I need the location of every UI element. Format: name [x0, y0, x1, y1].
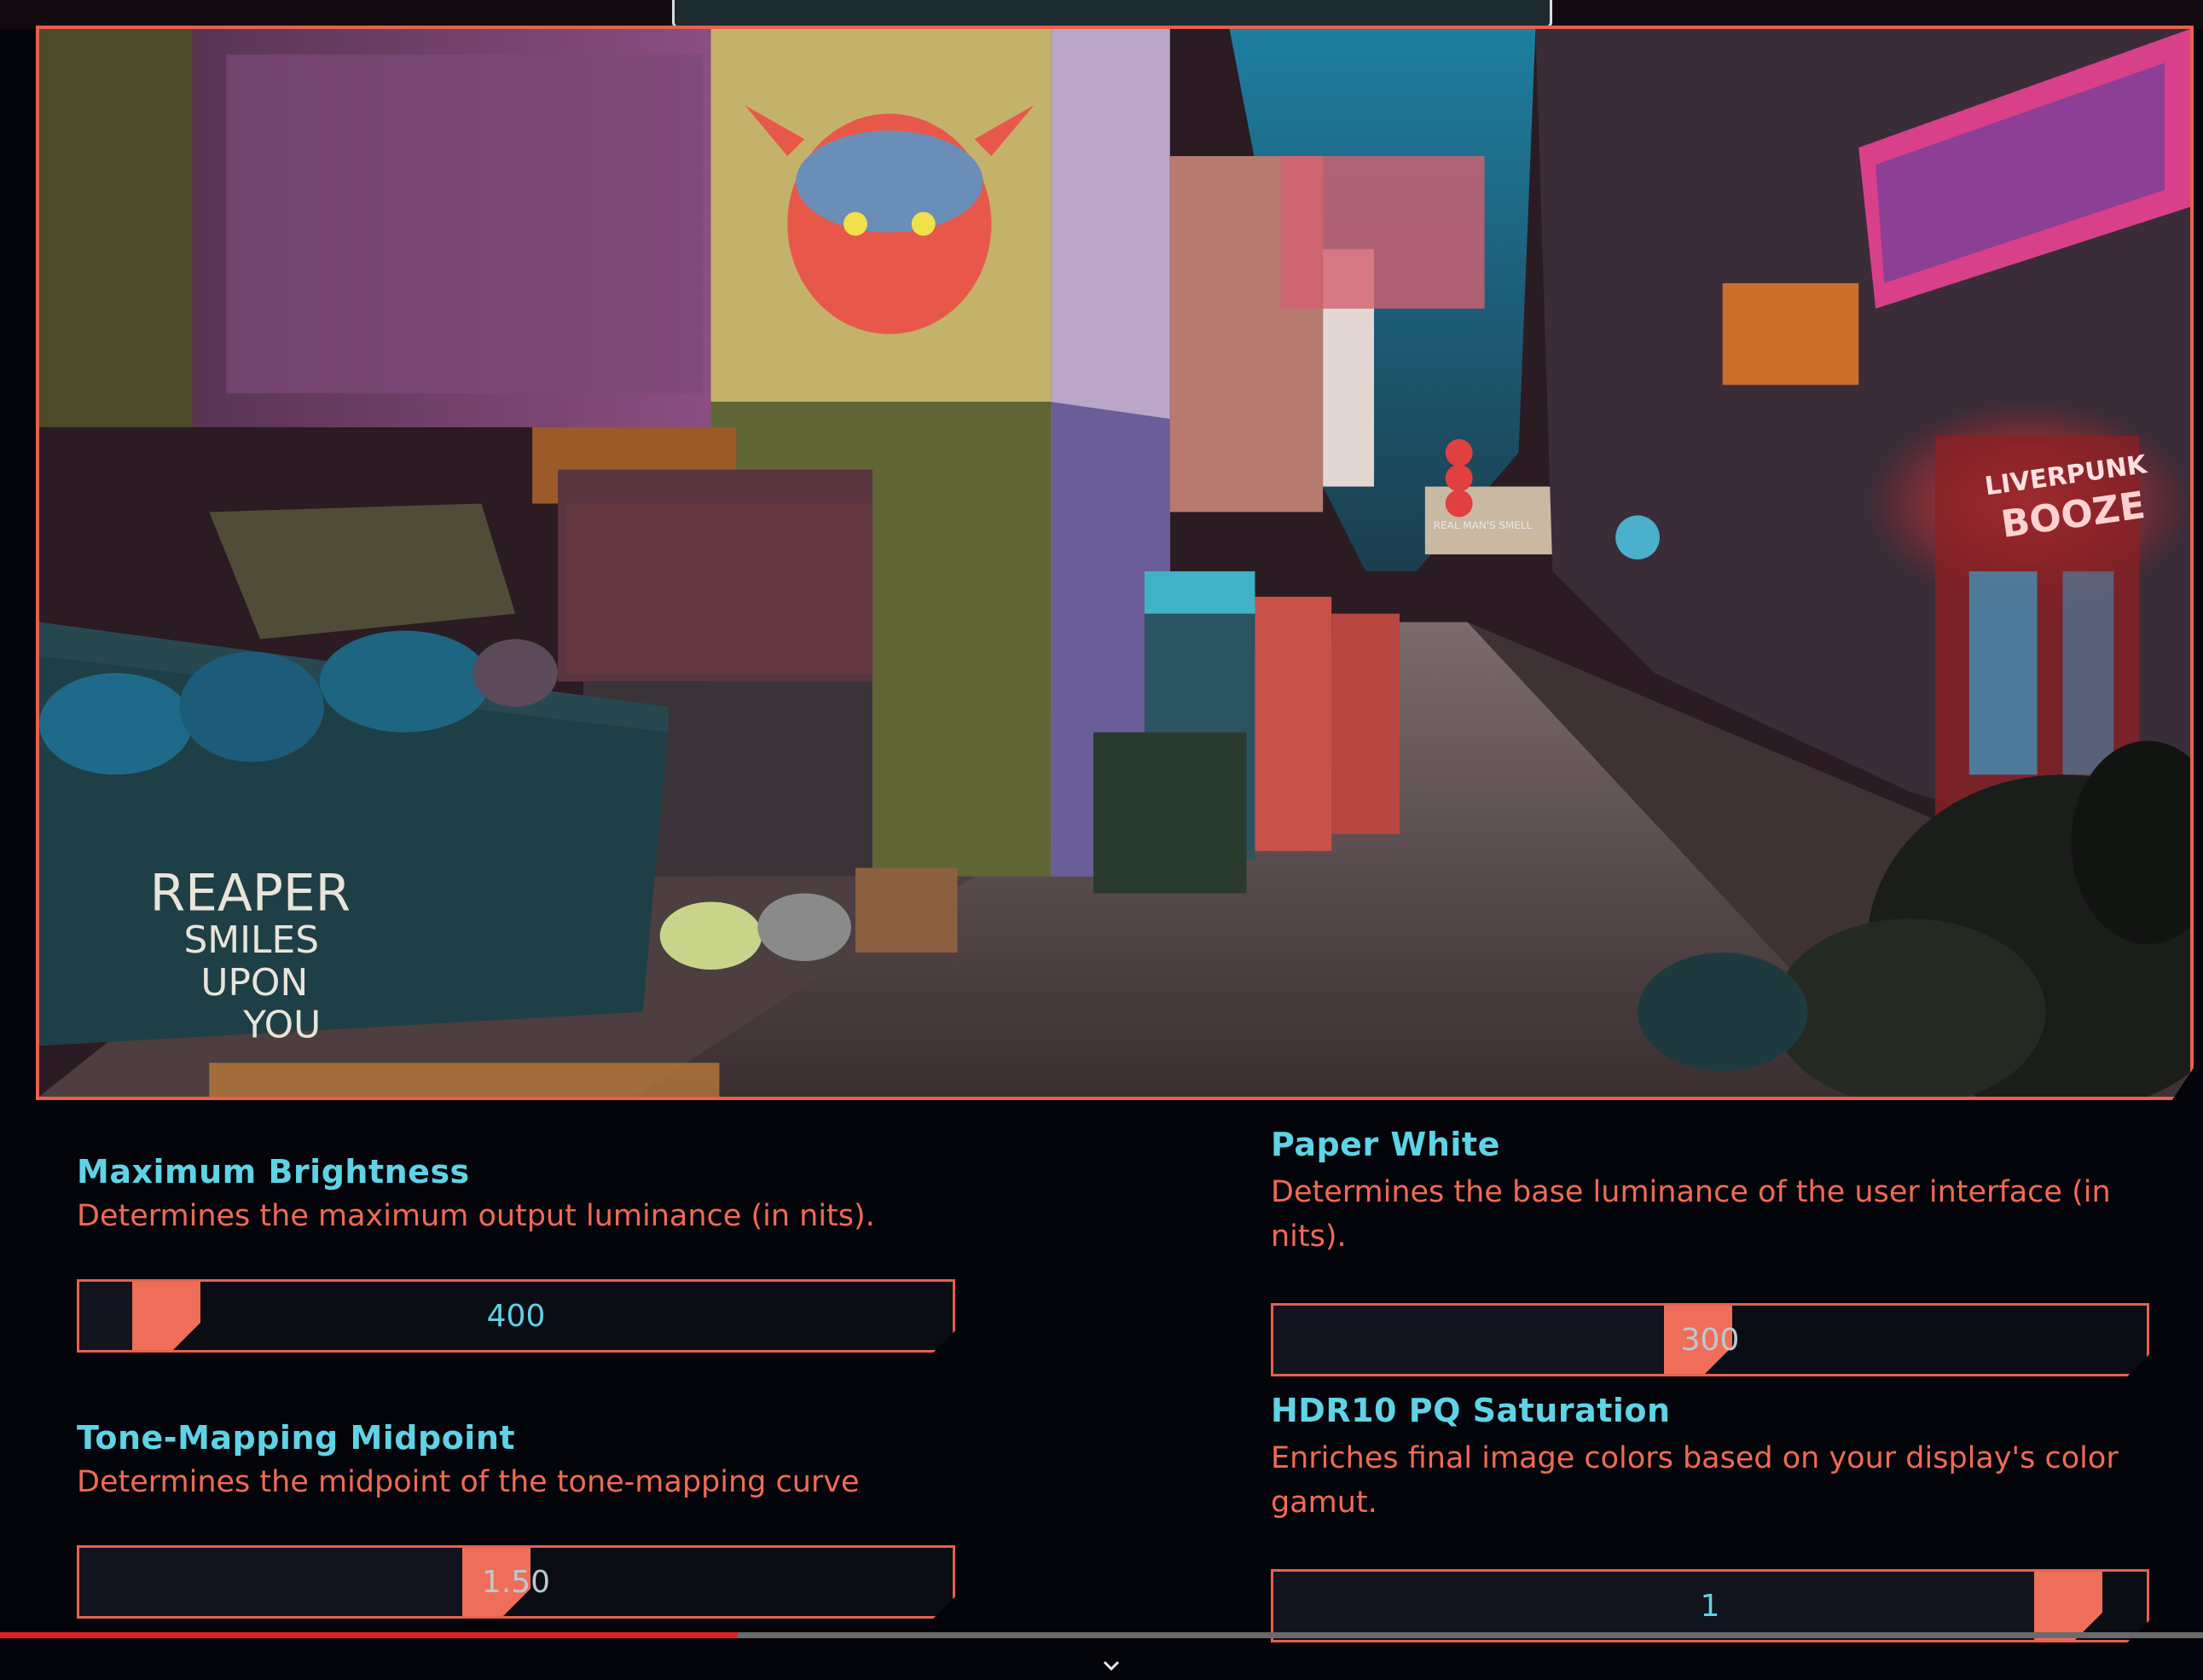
video-progress-bar[interactable] — [0, 1632, 2203, 1638]
chevron-down-icon[interactable] — [1101, 1658, 1122, 1673]
max-brightness-title: Maximum Brightness — [77, 1153, 470, 1190]
video-progress-played — [0, 1632, 739, 1638]
tone-mapping-title: Tone-Mapping Midpoint — [77, 1419, 516, 1457]
alley-scene: REAL MAN'S SMELL LIVERPUNK BOOZE REAPER … — [39, 29, 2190, 1097]
paper-white-description: Determines the base luminance of the use… — [1271, 1175, 2111, 1254]
paper-white-slider[interactable]: 300 — [1271, 1303, 2149, 1376]
svg-text:YOU: YOU — [242, 1004, 321, 1047]
max-brightness-description: Determines the maximum output luminance … — [77, 1199, 875, 1233]
paper-white-value: 300 — [1680, 1322, 1740, 1358]
svg-text:SMILES: SMILES — [183, 918, 319, 962]
hdr10-saturation-description: Enriches final image colors based on you… — [1271, 1441, 2119, 1520]
svg-text:REAPER: REAPER — [150, 864, 351, 923]
tone-mapping-slider[interactable]: 1.50 — [77, 1545, 955, 1619]
street-sign-text: REAL MAN'S SMELL — [1434, 519, 1533, 531]
hdr10-saturation-title: HDR10 PQ Saturation — [1271, 1392, 1671, 1429]
hdr10-saturation-value: 1 — [1700, 1588, 1720, 1624]
max-brightness-slider[interactable]: 400 — [77, 1279, 955, 1353]
svg-text:UPON: UPON — [200, 961, 308, 1005]
settings-screen: REAL MAN'S SMELL LIVERPUNK BOOZE REAPER … — [0, 0, 2203, 1680]
hdr-preview-image: REAL MAN'S SMELL LIVERPUNK BOOZE REAPER … — [36, 26, 2194, 1100]
tone-mapping-value: 1.50 — [481, 1564, 551, 1600]
tone-mapping-description: Determines the midpoint of the tone-mapp… — [77, 1465, 860, 1499]
top-tab-bar[interactable] — [672, 0, 1552, 29]
paper-white-title: Paper White — [1271, 1126, 1500, 1163]
max-brightness-value: 400 — [486, 1298, 546, 1334]
